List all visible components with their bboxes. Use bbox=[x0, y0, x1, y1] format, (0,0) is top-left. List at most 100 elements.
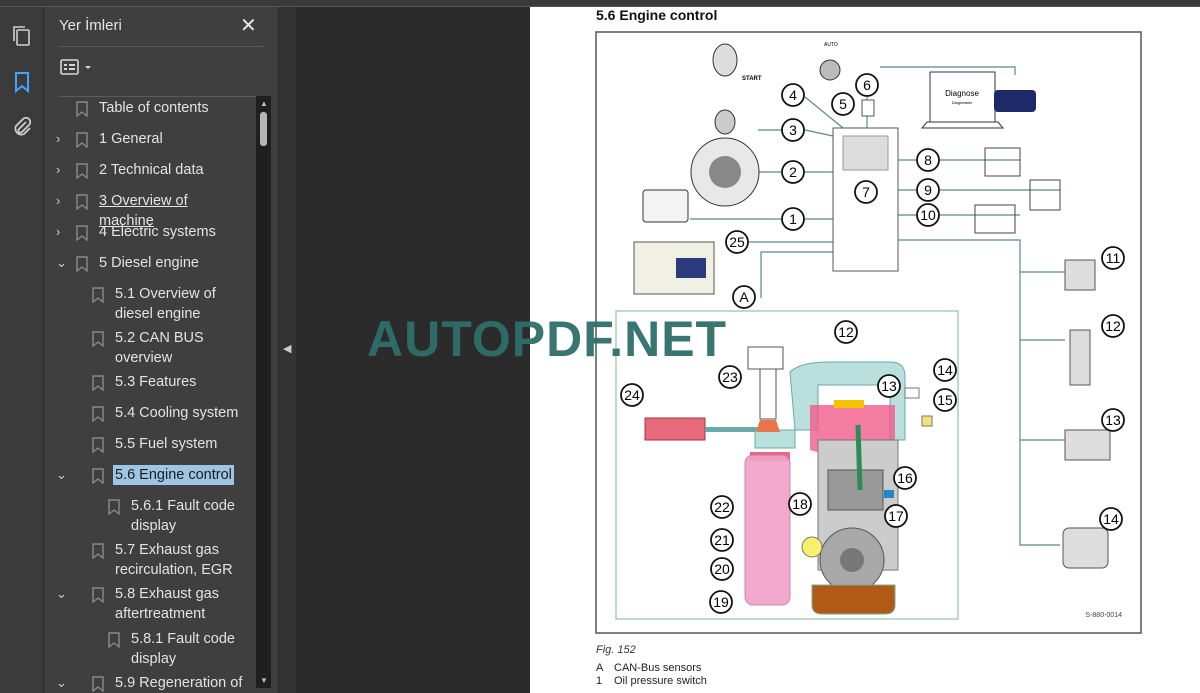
scroll-up-icon[interactable]: ▲ bbox=[260, 99, 268, 108]
top-bar bbox=[0, 0, 1200, 7]
bookmark-label: 5 Diesel engine bbox=[99, 255, 199, 271]
oil-sump bbox=[811, 584, 896, 615]
callout-label: 2 bbox=[789, 164, 797, 180]
chevron-right-icon[interactable]: › bbox=[56, 160, 70, 180]
callout-label: 16 bbox=[897, 470, 913, 486]
component-11 bbox=[1064, 259, 1096, 291]
callout-label: 13 bbox=[881, 378, 897, 394]
bookmark-flag-icon bbox=[92, 375, 104, 391]
diagnose-label: Diagnose bbox=[945, 89, 979, 98]
legend-text: Oil pressure switch bbox=[614, 675, 707, 687]
callout-label: 7 bbox=[862, 184, 870, 200]
relay bbox=[984, 147, 1021, 177]
bookmark-flag-icon bbox=[92, 587, 104, 603]
component-12 bbox=[1069, 329, 1091, 386]
callout-label: 14 bbox=[937, 362, 953, 378]
bookmark-flag-icon bbox=[108, 499, 120, 515]
bookmark-label: 2 Technical data bbox=[99, 162, 204, 178]
callout-label: 4 bbox=[789, 87, 797, 103]
chevron-down-icon[interactable]: ⌄ bbox=[56, 465, 70, 485]
callout-label: 5 bbox=[839, 96, 847, 112]
callout-label: 12 bbox=[1105, 318, 1121, 334]
ecu-unit bbox=[842, 135, 889, 171]
sensor bbox=[904, 387, 920, 399]
callout-label: 11 bbox=[1106, 250, 1121, 266]
ignition-key bbox=[712, 43, 738, 77]
sensor bbox=[801, 536, 823, 558]
chevron-down-icon[interactable]: ⌄ bbox=[56, 673, 70, 693]
bookmark-label: 4 Electric systems bbox=[99, 224, 216, 240]
tool-rail bbox=[0, 7, 44, 693]
bookmark-label: 5.7 Exhaust gas recirculation, EGR bbox=[115, 542, 233, 578]
panel-splitter[interactable]: ◀ bbox=[278, 7, 296, 693]
laptop-base bbox=[920, 121, 1005, 129]
bookmark-label: 1 General bbox=[99, 131, 163, 147]
callout-label: 14 bbox=[1103, 511, 1119, 527]
bookmark-label: Table of contents bbox=[99, 100, 209, 116]
legend-item: A CAN-Bus sensors bbox=[596, 662, 701, 674]
rotary-switch bbox=[819, 59, 841, 81]
callout-label: 19 bbox=[713, 594, 729, 610]
callout-label: 12 bbox=[838, 324, 854, 340]
exhaust bbox=[744, 454, 791, 606]
bookmark-label: 5.6.1 Fault code display bbox=[131, 498, 235, 534]
chevron-down-icon[interactable]: ⌄ bbox=[56, 253, 70, 273]
pages-icon[interactable] bbox=[10, 24, 34, 48]
chevron-right-icon[interactable]: › bbox=[56, 191, 70, 211]
bookmark-flag-icon bbox=[92, 676, 104, 692]
bookmark-flag-icon bbox=[76, 194, 88, 210]
bookmark-flag-icon bbox=[76, 101, 88, 117]
bookmark-flag-icon bbox=[92, 468, 104, 484]
bookmark-icon[interactable] bbox=[10, 70, 34, 94]
bookmark-flag-icon bbox=[92, 406, 104, 422]
chevron-down-icon[interactable]: ⌄ bbox=[56, 584, 70, 604]
callout-label: 8 bbox=[924, 152, 932, 168]
scrollbar[interactable]: ▲ ▼ bbox=[256, 96, 271, 688]
callout-label: 25 bbox=[729, 234, 745, 250]
collapse-panel-icon[interactable]: ◀ bbox=[283, 342, 291, 355]
callout-label: 22 bbox=[714, 499, 730, 515]
drawing-code: S-880-0014 bbox=[1085, 612, 1122, 619]
auto-label: AUTO bbox=[824, 42, 838, 48]
legend-key: 1 bbox=[596, 675, 603, 687]
bookmark-flag-icon bbox=[108, 632, 120, 648]
relay bbox=[974, 204, 1016, 234]
bookmark-flag-icon bbox=[76, 256, 88, 272]
legend-text: CAN-Bus sensors bbox=[614, 662, 702, 674]
bookmark-label: 5.6 Engine control bbox=[113, 465, 234, 485]
bookmark-label: 5.9 Regeneration of bbox=[115, 675, 243, 691]
start-label: START bbox=[742, 76, 762, 82]
bookmark-label: 5.8 Exhaust gas aftertreatment bbox=[115, 586, 219, 622]
legend-item: 1 Oil pressure switch bbox=[596, 675, 707, 687]
bookmark-flag-icon bbox=[92, 543, 104, 559]
oil-pressure-switch bbox=[642, 189, 689, 223]
bookmark-options-button[interactable] bbox=[60, 57, 96, 79]
scrollbar-thumb[interactable] bbox=[260, 112, 267, 146]
bookmark-label: 5.3 Features bbox=[115, 374, 197, 390]
callout-label: 20 bbox=[714, 561, 730, 577]
figure-caption: Fig. 152 bbox=[596, 644, 636, 656]
sensor-housing bbox=[747, 346, 784, 370]
callout-label: 3 bbox=[789, 122, 797, 138]
bookmark-flag-icon bbox=[76, 225, 88, 241]
scroll-down-icon[interactable]: ▼ bbox=[260, 676, 268, 685]
callout-label: 13 bbox=[1105, 412, 1121, 428]
watermark: AUTOPDF.NET bbox=[367, 311, 728, 367]
chevron-right-icon[interactable]: › bbox=[56, 129, 70, 149]
callout-label: 15 bbox=[937, 392, 953, 408]
bookmark-label: 5.4 Cooling system bbox=[115, 405, 239, 421]
bookmark-flag-icon bbox=[92, 437, 104, 453]
bookmark-label: 5.8.1 Fault code display bbox=[131, 631, 235, 667]
diagnostic-interface bbox=[994, 90, 1036, 112]
bookmark-flag-icon bbox=[92, 331, 104, 347]
callout-label: 9 bbox=[924, 182, 932, 198]
legend-key: A bbox=[596, 662, 604, 674]
close-icon[interactable]: ✕ bbox=[240, 13, 257, 38]
bookmark-flag-icon bbox=[92, 287, 104, 303]
attachment-icon[interactable] bbox=[10, 115, 34, 139]
panel-title: Yer İmleri bbox=[59, 17, 122, 34]
injector bbox=[855, 424, 863, 491]
switch-key bbox=[714, 109, 736, 135]
bookmark-tree: Table of contents › 1 General › 2 Technical … bbox=[44, 95, 256, 693]
chevron-right-icon[interactable]: › bbox=[56, 222, 70, 242]
